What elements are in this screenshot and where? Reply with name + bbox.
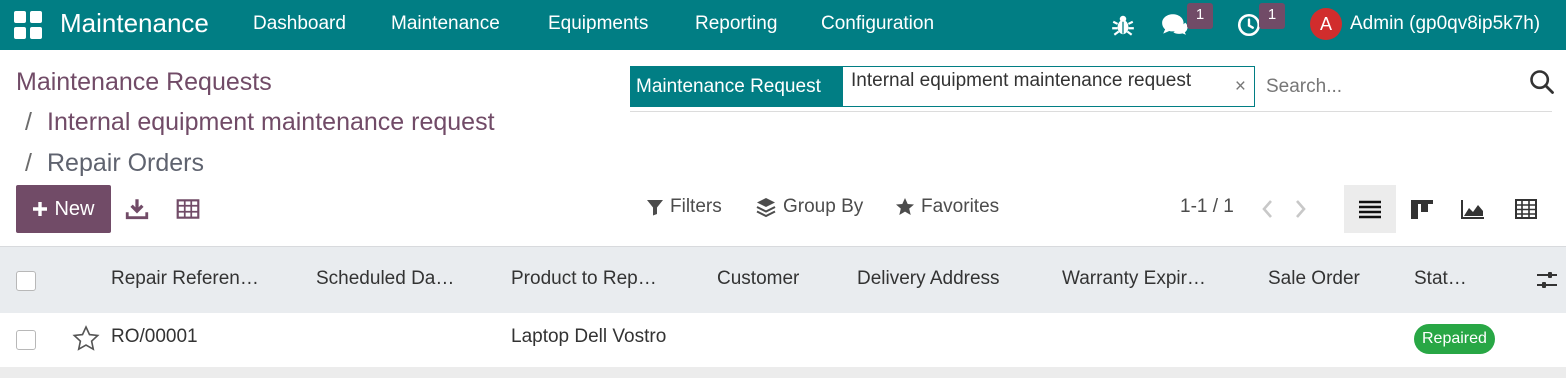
search-facet-value: Internal equipment maintenance request × [842,66,1255,107]
menu-equipments[interactable]: Equipments [548,13,648,35]
column-header-status[interactable]: Stat… [1414,268,1467,290]
search-input[interactable] [1258,66,1520,107]
new-button-label: New [54,197,95,220]
debug-bug-icon[interactable] [1110,12,1136,38]
layers-icon [756,198,776,218]
filter-funnel-icon [647,200,663,216]
list-view-icon [1359,200,1381,219]
breadcrumb-maintenance-requests[interactable]: Maintenance Requests [16,68,272,97]
activities-count-badge: 1 [1259,3,1285,29]
column-header-product-to-repair[interactable]: Product to Rep… [511,268,657,290]
app-name[interactable]: Maintenance [60,8,209,39]
menu-maintenance[interactable]: Maintenance [391,13,500,35]
group-by-label: Group By [783,196,864,217]
kanban-view-button[interactable] [1396,185,1448,233]
star-icon [896,198,914,215]
search-icon[interactable] [1528,68,1556,96]
status-badge: Repaired [1414,324,1495,354]
area-chart-icon [1461,200,1484,219]
column-header-delivery-address[interactable]: Delivery Address [857,268,1000,290]
download-icon[interactable] [124,196,150,222]
messages-count-badge: 1 [1187,3,1213,29]
column-header-repair-reference[interactable]: Repair Referen… [111,268,259,290]
search-facet-value-text: Internal equipment maintenance request [851,70,1192,91]
spreadsheet-icon[interactable] [175,196,201,222]
pivot-table-icon [1515,199,1537,219]
breadcrumb-current-page: Repair Orders [47,149,204,177]
pivot-view-button[interactable] [1500,185,1552,233]
graph-view-button[interactable] [1447,185,1499,233]
cell-repair-reference: RO/00001 [111,326,198,347]
group-by-toggle[interactable]: Group By [755,196,863,218]
menu-dashboard[interactable]: Dashboard [253,13,346,35]
table-header: Repair Referen… Scheduled Da… Product to… [0,246,1566,313]
breadcrumb-separator: / [25,108,32,136]
pager-value[interactable]: 1-1 / 1 [1180,196,1234,218]
optional-columns-toggle-icon[interactable] [1536,269,1558,291]
column-header-customer[interactable]: Customer [717,268,799,290]
apps-menu-icon[interactable] [14,11,42,39]
breadcrumb-separator: / [25,149,32,177]
list-view-button[interactable] [1344,185,1396,233]
kanban-view-icon [1411,200,1433,219]
favorites-toggle[interactable]: Favorites [895,196,999,218]
plus-icon [33,202,48,216]
menu-reporting[interactable]: Reporting [695,13,777,35]
list-footer-band [0,367,1566,378]
messages-icon[interactable] [1160,12,1190,38]
cell-product-to-repair: Laptop Dell Vostro [511,326,667,347]
top-navbar: Maintenance Dashboard Maintenance Equipm… [0,0,1566,50]
user-name[interactable]: Admin (gp0qv8ip5k7h) [1350,13,1540,35]
filters-toggle[interactable]: Filters [646,196,722,218]
column-header-scheduled-date[interactable]: Scheduled Da… [316,268,454,290]
facet-remove-icon[interactable]: × [1235,76,1246,98]
row-select-checkbox[interactable] [16,330,36,350]
column-header-warranty-expiration[interactable]: Warranty Expir… [1062,268,1206,290]
pager-next-icon[interactable] [1290,198,1310,220]
priority-star-icon[interactable] [72,325,100,351]
new-button[interactable]: New [16,185,111,233]
table-row[interactable]: RO/00001 Laptop Dell Vostro Repaired [0,313,1528,367]
menu-configuration[interactable]: Configuration [821,13,934,35]
select-all-checkbox[interactable] [16,271,36,291]
breadcrumb-maintenance-request-record[interactable]: Internal equipment maintenance request [47,108,495,137]
user-avatar[interactable]: A [1310,8,1342,40]
search-underline [630,111,1552,112]
favorites-label: Favorites [921,196,1000,217]
filters-label: Filters [670,196,722,217]
column-header-sale-order[interactable]: Sale Order [1268,268,1360,290]
pager-previous-icon[interactable] [1258,198,1278,220]
search-facet-label: Maintenance Request [630,66,842,107]
